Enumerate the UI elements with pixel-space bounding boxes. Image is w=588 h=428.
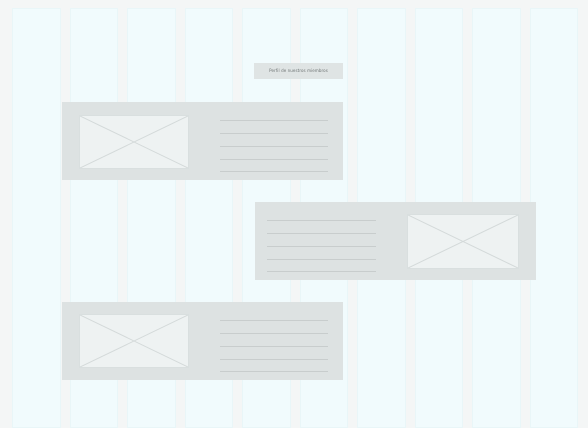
grid-column	[12, 8, 61, 428]
text-line	[267, 259, 376, 260]
text-line	[220, 133, 328, 134]
wireframe-canvas: Perfil de nuestros miembros	[0, 0, 588, 428]
text-line	[220, 371, 328, 372]
text-line	[220, 146, 328, 147]
text-line	[267, 246, 376, 247]
page-title: Perfil de nuestros miembros	[254, 63, 343, 79]
member-card	[62, 102, 343, 180]
member-card	[62, 302, 343, 380]
text-line	[267, 271, 376, 272]
grid-column	[529, 8, 578, 428]
text-line	[267, 233, 376, 234]
text-line	[220, 359, 328, 360]
text-line	[220, 171, 328, 172]
text-line	[220, 333, 328, 334]
image-placeholder-icon	[79, 115, 189, 169]
member-card	[255, 202, 536, 280]
text-line	[220, 159, 328, 160]
text-line	[267, 220, 376, 221]
text-line	[220, 346, 328, 347]
text-line	[220, 320, 328, 321]
image-placeholder-icon	[407, 214, 519, 269]
text-line	[220, 120, 328, 121]
image-placeholder-icon	[79, 314, 189, 368]
